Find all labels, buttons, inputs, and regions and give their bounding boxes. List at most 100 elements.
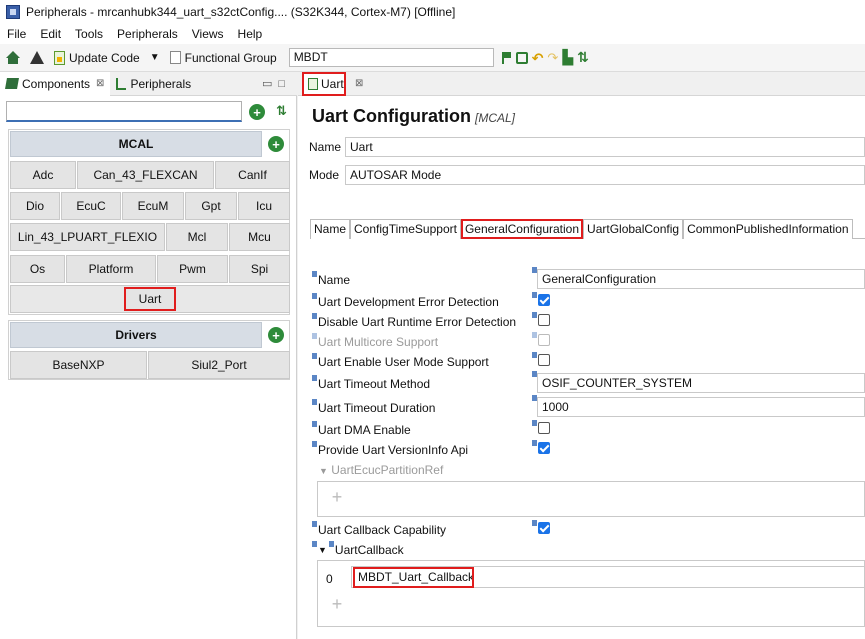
prop-uart-callback-label: UartCallback	[334, 543, 404, 557]
general-config-name-input[interactable]: GeneralConfiguration	[537, 269, 865, 289]
page-title-suffix: [MCAL]	[475, 111, 516, 125]
prop-version-info-label: Provide Uart VersionInfo Api	[318, 443, 469, 457]
version-info-checkbox[interactable]	[538, 442, 550, 454]
component-mcu[interactable]: Mcu	[229, 223, 290, 251]
info-icon	[532, 292, 537, 298]
info-icon	[532, 520, 537, 526]
info-icon	[532, 352, 537, 358]
tab-uart-editor[interactable]: Uart	[302, 72, 346, 96]
dev-error-checkbox[interactable]	[538, 294, 550, 306]
add-partition-ref-icon[interactable]: +	[328, 488, 346, 507]
menu-edit[interactable]: Edit	[33, 27, 68, 41]
info-icon	[532, 420, 537, 426]
mode-select[interactable]: AUTOSAR Mode	[345, 165, 865, 185]
tab-peripherals-label: Peripherals	[130, 76, 192, 91]
prop-multicore-label: Uart Multicore Support	[318, 335, 439, 349]
name-input[interactable]: Uart	[345, 137, 865, 157]
close-icon[interactable]: ⊠	[355, 78, 363, 89]
timeout-duration-input[interactable]: 1000	[537, 397, 865, 417]
component-ecum[interactable]: EcuM	[122, 192, 184, 220]
app-icon	[6, 5, 20, 19]
minimize-maximize-icons[interactable]: ▭□	[262, 77, 291, 90]
add-driver-component-icon[interactable]: +	[268, 327, 284, 343]
component-mcl[interactable]: Mcl	[166, 223, 228, 251]
undo-icon[interactable]: ↶	[532, 51, 544, 65]
info-icon	[312, 421, 317, 427]
callback-capability-checkbox[interactable]	[538, 522, 550, 534]
drivers-group-header[interactable]: Drivers	[10, 322, 262, 348]
prop-uart-callback[interactable]: ▼ UartCallback	[312, 541, 404, 557]
board-icon[interactable]	[515, 51, 528, 64]
menu-file[interactable]: File	[0, 27, 33, 41]
update-code-icon[interactable]	[54, 50, 65, 65]
component-adc[interactable]: Adc	[10, 161, 76, 189]
title-bar: Peripherals - mrcanhubk344_uart_s32ctCon…	[0, 0, 865, 24]
menu-views[interactable]: Views	[185, 27, 231, 41]
menu-peripherals[interactable]: Peripherals	[110, 27, 185, 41]
update-code-button[interactable]: Update Code	[69, 51, 140, 65]
menu-tools[interactable]: Tools	[68, 27, 110, 41]
component-lin-43-lpuart-flexio[interactable]: Lin_43_LPUART_FLEXIO	[10, 223, 165, 251]
info-icon	[312, 313, 317, 319]
prop-user-mode-label: Uart Enable User Mode Support	[318, 355, 489, 369]
component-icu[interactable]: Icu	[238, 192, 290, 220]
component-os[interactable]: Os	[10, 255, 65, 283]
flag-icon[interactable]	[501, 51, 512, 64]
chevron-down-icon: ▼	[318, 545, 327, 555]
warning-icon[interactable]	[30, 51, 44, 64]
component-pwm[interactable]: Pwm	[157, 255, 228, 283]
mode-label: Mode	[309, 168, 340, 182]
functional-group-select[interactable]: MBDT	[288, 48, 494, 67]
add-mcal-component-icon[interactable]: +	[268, 136, 284, 152]
menu-bar: File Edit Tools Peripherals Views Help	[0, 24, 865, 44]
tab-components[interactable]: Components ⊠	[0, 71, 111, 96]
component-ecuc[interactable]: EcuC	[61, 192, 121, 220]
dma-enable-checkbox[interactable]	[538, 422, 550, 434]
component-search[interactable]	[6, 101, 242, 122]
menu-help[interactable]: Help	[231, 27, 270, 41]
mcal-group-header[interactable]: MCAL	[10, 131, 262, 157]
callback-value-input[interactable]: MBDT_Uart_Callback	[353, 567, 474, 588]
sort-arrows-icon[interactable]: ⇅	[577, 49, 589, 66]
add-component-icon[interactable]: +	[249, 104, 265, 120]
component-spi[interactable]: Spi	[229, 255, 290, 283]
component-can-43-flexcan[interactable]: Can_43_FLEXCAN	[77, 161, 214, 189]
left-view-tabs: Components ⊠ Peripherals ▭□	[0, 71, 297, 96]
timeout-method-select[interactable]: OSIF_COUNTER_SYSTEM	[537, 373, 865, 393]
components-icon	[5, 78, 19, 89]
usb-icon	[116, 77, 127, 90]
close-icon[interactable]: ⊠	[96, 78, 104, 89]
prop-timeout-duration: Uart Timeout Duration	[312, 399, 435, 415]
component-uart[interactable]: Uart	[124, 287, 176, 311]
component-search-input[interactable]	[7, 102, 241, 120]
redo-icon[interactable]: ↷	[547, 50, 558, 66]
partition-ref-header[interactable]: ▼ UartEcucPartitionRef	[319, 463, 443, 477]
add-callback-icon[interactable]: +	[328, 595, 346, 614]
component-platform[interactable]: Platform	[66, 255, 156, 283]
pin-icon[interactable]: ▙	[562, 49, 573, 66]
tab-name[interactable]: Name	[310, 219, 351, 239]
update-code-dropdown-icon[interactable]: ▼	[150, 52, 160, 63]
tab-peripherals[interactable]: Peripherals	[110, 72, 197, 96]
sort-icon[interactable]: ⇅	[276, 103, 287, 119]
info-icon	[312, 353, 317, 359]
info-icon	[532, 312, 537, 318]
component-gpt[interactable]: Gpt	[185, 192, 237, 220]
tab-config-time-support[interactable]: ConfigTimeSupport	[350, 219, 461, 239]
partition-ref-list	[317, 481, 865, 517]
home-icon[interactable]	[6, 51, 20, 64]
info-icon	[312, 293, 317, 299]
prop-version-info: Provide Uart VersionInfo Api	[312, 441, 469, 457]
tab-uart-global-config[interactable]: UartGlobalConfig	[583, 219, 684, 239]
user-mode-checkbox[interactable]	[538, 354, 550, 366]
component-canif[interactable]: CanIf	[215, 161, 290, 189]
toolbar: Update Code ▼ Functional Group MBDT ↶ ↷ …	[0, 44, 865, 72]
component-dio[interactable]: Dio	[10, 192, 60, 220]
tab-general-configuration[interactable]: GeneralConfiguration	[460, 219, 584, 239]
disable-runtime-checkbox[interactable]	[538, 314, 550, 326]
tab-common-published-information[interactable]: CommonPublishedInformation	[683, 219, 853, 239]
info-icon	[312, 399, 317, 405]
component-basenxp[interactable]: BaseNXP	[10, 351, 147, 379]
mcal-group-title: MCAL	[118, 137, 154, 151]
component-siul2-port[interactable]: Siul2_Port	[148, 351, 290, 379]
